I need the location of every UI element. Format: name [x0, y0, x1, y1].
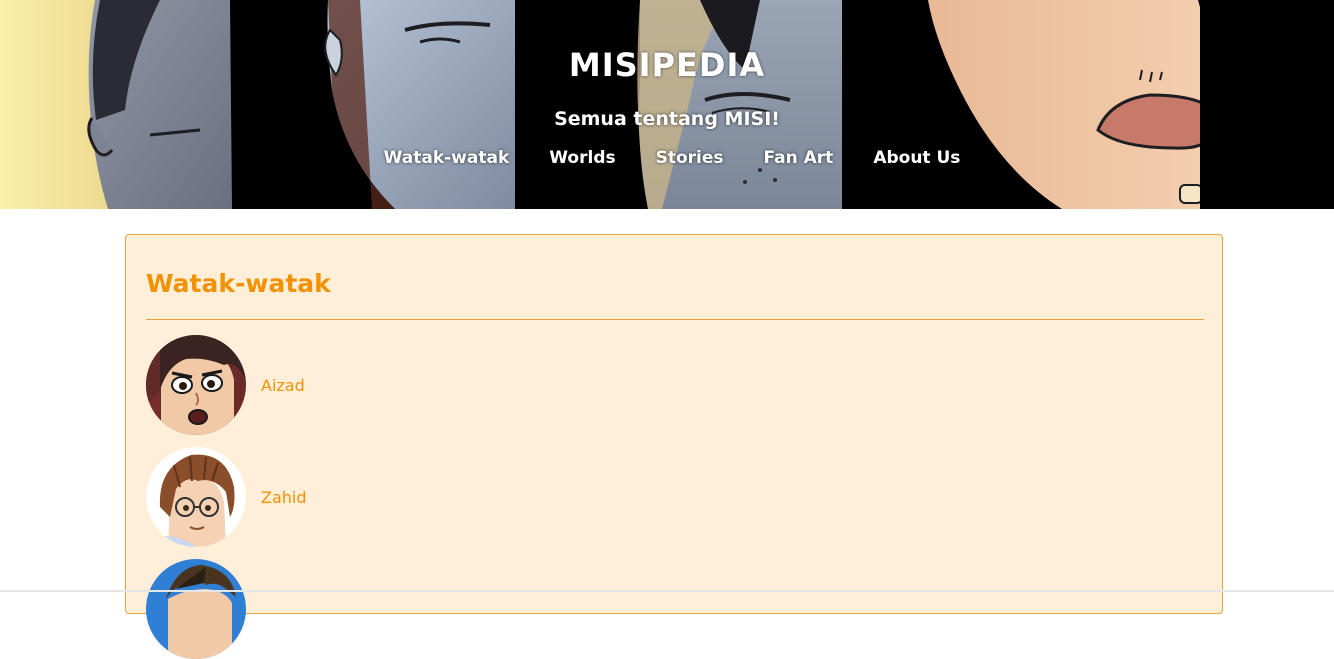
- avatar[interactable]: [146, 447, 246, 547]
- character-item-zahid[interactable]: Zahid: [146, 447, 307, 547]
- zahid-avatar-image: [146, 447, 246, 547]
- site-title: MISIPEDIA: [568, 46, 766, 84]
- divider: [146, 319, 1204, 320]
- character-name[interactable]: Zahid: [261, 488, 307, 507]
- characters-card: Watak-watak Aizad Zahid: [125, 234, 1223, 659]
- avatar[interactable]: [146, 559, 246, 659]
- site-tagline: Semua tentang MISI!: [554, 108, 780, 130]
- page-title: Watak-watak: [146, 269, 331, 298]
- nav-item-worlds[interactable]: Worlds: [549, 148, 615, 168]
- nav-item-fan-art[interactable]: Fan Art: [764, 148, 834, 168]
- nav-item-stories[interactable]: Stories: [656, 148, 724, 168]
- character-item-3[interactable]: [146, 559, 261, 659]
- character-3-avatar-image: [146, 559, 246, 659]
- character-name[interactable]: Aizad: [261, 376, 305, 395]
- header-banner: MISIPEDIA Semua tentang MISI! Watak-wata…: [0, 0, 1334, 209]
- banner-artwork: [0, 0, 1334, 209]
- nav-item-about-us[interactable]: About Us: [873, 148, 960, 168]
- aizad-avatar-image: [146, 335, 246, 435]
- character-item-aizad[interactable]: Aizad: [146, 335, 305, 435]
- main-nav: Watak-watak Worlds Stories Fan Art About…: [0, 148, 1334, 168]
- nav-item-watak-watak[interactable]: Watak-watak: [384, 148, 510, 168]
- avatar[interactable]: [146, 335, 246, 435]
